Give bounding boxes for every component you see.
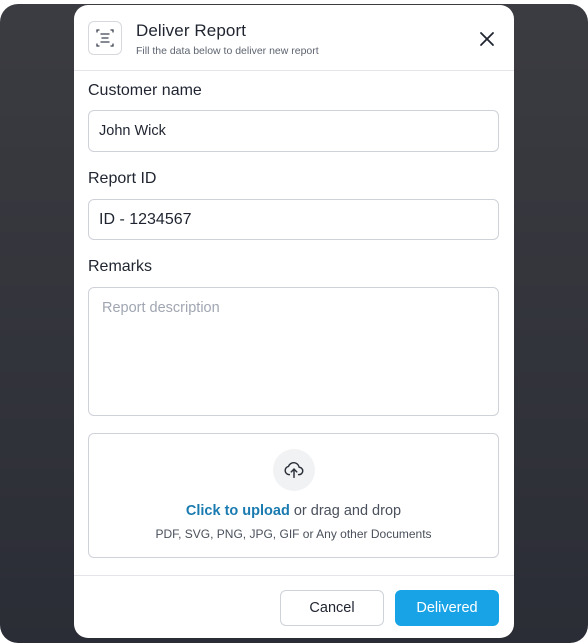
- upload-instructions: Click to upload or drag and drop: [89, 503, 498, 519]
- upload-formats-text: PDF, SVG, PNG, JPG, GIF or Any other Doc…: [155, 527, 432, 541]
- cancel-button[interactable]: Cancel: [280, 590, 384, 626]
- file-upload-dropzone[interactable]: Click to upload or drag and drop PDF, SV…: [88, 433, 499, 558]
- close-button[interactable]: [473, 25, 501, 53]
- remarks-label: Remarks: [88, 258, 153, 275]
- customer-name-label: Customer name: [88, 82, 202, 99]
- report-id-input[interactable]: [88, 199, 499, 240]
- deliver-report-dialog: Deliver Report Fill the data below to de…: [74, 5, 514, 638]
- customer-name-input[interactable]: [88, 110, 499, 152]
- report-id-label: Report ID: [88, 170, 157, 187]
- dialog-header: Deliver Report Fill the data below to de…: [74, 5, 514, 71]
- remarks-textarea[interactable]: [88, 287, 499, 416]
- dialog-subtitle: Fill the data below to deliver new repor…: [136, 45, 319, 57]
- report-icon: [88, 21, 122, 55]
- dialog-footer: Cancel Delivered: [74, 575, 514, 638]
- upload-cloud-icon: [273, 449, 315, 491]
- close-icon: [480, 32, 494, 46]
- click-to-upload-link[interactable]: Click to upload: [186, 503, 290, 519]
- delivered-button[interactable]: Delivered: [395, 590, 499, 626]
- drag-drop-text: or drag and drop: [289, 503, 402, 519]
- dialog-title: Deliver Report: [136, 21, 247, 40]
